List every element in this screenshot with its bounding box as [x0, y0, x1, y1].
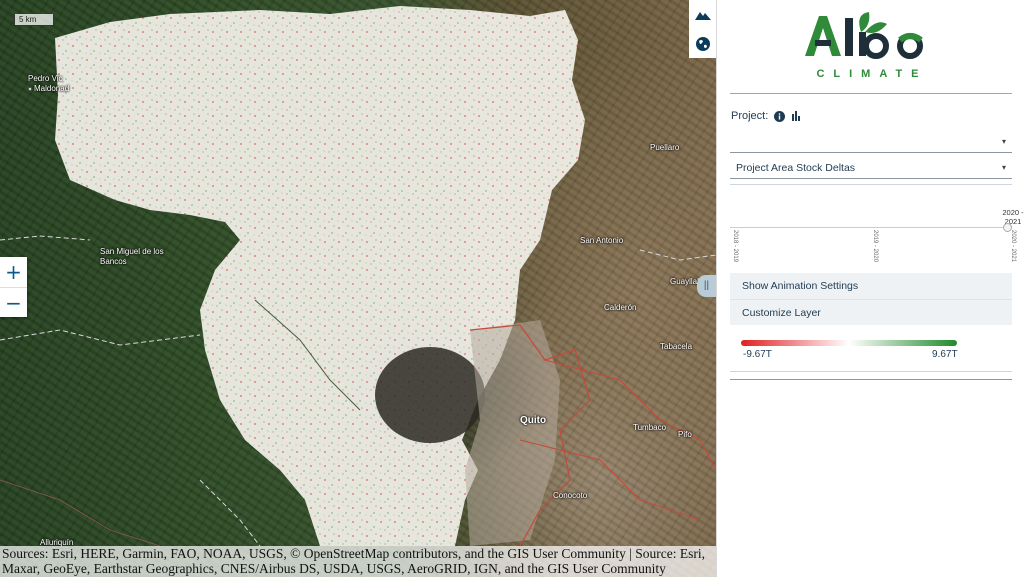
layer-select[interactable]: Project Area Stock Deltas ▾ — [730, 157, 1012, 179]
place-label-tabacela: Tabacela — [660, 342, 693, 351]
panel-collapse-handle[interactable]: || — [697, 275, 716, 297]
logo-graphic: CLIMATE — [805, 12, 927, 80]
logo-subtitle: CLIMATE — [816, 68, 927, 80]
time-slider-handle[interactable] — [1003, 223, 1012, 232]
place-label-conocoto: Conocoto — [553, 491, 588, 500]
select-divider — [730, 184, 1012, 185]
project-select[interactable]: ▾ — [730, 131, 1012, 153]
zoom-in-button[interactable]: + — [0, 257, 27, 287]
color-legend: -9.67T 9.67T — [741, 337, 971, 361]
map-view[interactable]: 5 km Pedro Vic Maldonad San Miguel de los… — [0, 0, 716, 577]
place-label-quito: Quito — [520, 415, 547, 426]
legend-divider — [730, 371, 1012, 372]
panel-bottom-divider — [730, 379, 1012, 380]
bar-chart-icon[interactable] — [791, 111, 801, 121]
time-slider-tick: 2018 - 2019 — [732, 230, 738, 263]
place-label-puellaro: Puellaro — [650, 143, 680, 152]
place-label-tumbaco: Tumbaco — [633, 423, 667, 432]
time-slider[interactable]: 2020 -2021 2018 - 2019 2019 - 2020 2020 … — [730, 200, 1024, 272]
chevron-down-icon: ▾ — [1001, 163, 1006, 172]
time-slider-track[interactable] — [730, 227, 1012, 228]
time-slider-tick: 2020 - 2021 — [1010, 230, 1016, 263]
time-slider-tick: 2019 - 2020 — [872, 230, 878, 263]
header-divider — [730, 93, 1012, 94]
map-attribution: Sources: Esri, HERE, Garmin, FAO, NOAA, … — [0, 546, 716, 577]
time-slider-current-label: 2020 -2021 — [1002, 208, 1024, 226]
project-row: Project: — [731, 107, 801, 125]
map-tools — [689, 0, 716, 58]
albo-climate-logo: CLIMATE — [797, 10, 947, 84]
basemap-globe-button[interactable] — [689, 29, 716, 58]
info-icon[interactable] — [774, 110, 786, 122]
place-dot — [28, 86, 32, 91]
chevron-down-icon: ▾ — [1001, 137, 1006, 146]
map-scale-bar: 5 km — [14, 14, 54, 26]
customize-layer-button[interactable]: Customize Layer — [730, 299, 1012, 325]
project-label: Project: — [731, 110, 769, 122]
zoom-out-button[interactable]: − — [0, 287, 27, 317]
place-label-pedro-vicente-maldonado: Pedro Vic Maldonad — [28, 74, 70, 93]
map-overlay — [0, 6, 716, 547]
globe-icon — [695, 36, 710, 51]
place-label-san-antonio: San Antonio — [580, 236, 624, 245]
place-label-calderon: Calderón — [604, 303, 637, 312]
show-animation-settings-button[interactable]: Show Animation Settings — [730, 273, 1012, 299]
place-label-pifo: Pifo — [678, 430, 692, 439]
legend-min-label: -9.67T — [743, 349, 772, 360]
layer-select-value: Project Area Stock Deltas — [736, 161, 856, 174]
place-label-san-miguel: San Miguel de los Bancos — [100, 247, 164, 266]
legend-max-label: 9.67T — [932, 349, 958, 360]
legend-gradient-bar — [741, 340, 957, 346]
mountain-icon — [694, 11, 711, 20]
side-panel: CLIMATE Project: ▾ Project Area Stock De… — [716, 0, 1024, 577]
zoom-control: + − — [0, 257, 27, 317]
basemap-terrain-button[interactable] — [689, 0, 716, 29]
